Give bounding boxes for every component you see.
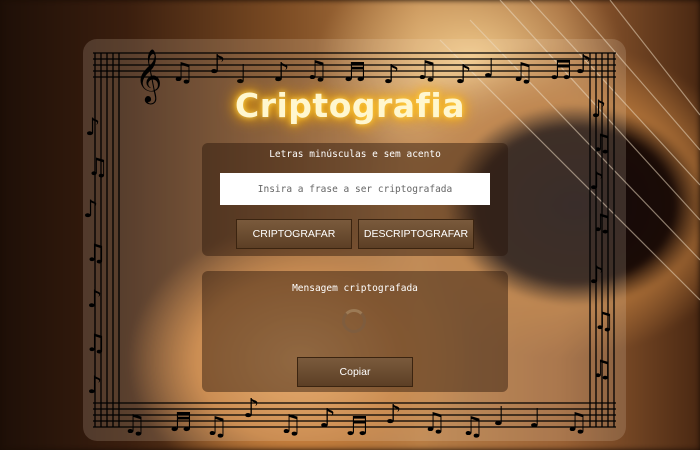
svg-text:♫: ♫ [87, 153, 109, 181]
copy-button[interactable]: Copiar [297, 357, 413, 387]
svg-text:♪: ♪ [87, 285, 102, 313]
svg-text:♪: ♪ [273, 58, 290, 88]
svg-text:♬: ♬ [345, 412, 368, 441]
svg-text:♪: ♪ [589, 261, 604, 289]
loading-spinner-icon [342, 309, 366, 333]
svg-text:♪: ♪ [319, 404, 336, 434]
svg-text:♫: ♫ [591, 129, 613, 157]
svg-text:♫: ♫ [171, 58, 194, 88]
page-title: Criptografia [235, 86, 465, 125]
svg-text:♬: ♬ [343, 58, 366, 88]
svg-text:♫: ♫ [565, 408, 588, 438]
svg-text:♫: ♫ [305, 56, 328, 86]
phrase-input[interactable] [220, 173, 490, 205]
svg-text:♫: ♫ [415, 56, 438, 86]
decrypt-button[interactable]: DESCRIPTOGRAFAR [358, 219, 474, 249]
svg-text:♪: ♪ [83, 195, 98, 223]
svg-text:♫: ♫ [205, 412, 228, 441]
svg-text:♪: ♪ [575, 50, 592, 80]
svg-text:♫: ♫ [461, 412, 484, 441]
svg-text:♫: ♫ [85, 239, 107, 267]
svg-text:♫: ♫ [279, 410, 302, 440]
encrypt-button[interactable]: CRIPTOGRAFAR [236, 219, 352, 249]
svg-text:♩: ♩ [529, 404, 541, 434]
encrypt-panel: Letras minúsculas e sem acento CRIPTOGRA… [202, 143, 508, 256]
svg-text:♫: ♫ [593, 307, 615, 335]
svg-text:♫: ♫ [591, 355, 613, 383]
svg-text:♫: ♫ [85, 329, 107, 357]
result-label: Mensagem criptografada [292, 283, 418, 294]
svg-text:♫: ♫ [511, 58, 534, 88]
svg-text:♩: ♩ [483, 54, 495, 84]
svg-text:♩: ♩ [493, 402, 505, 432]
svg-text:♪: ♪ [87, 371, 102, 399]
svg-text:♪: ♪ [243, 394, 260, 424]
input-hint: Letras minúsculas e sem acento [269, 149, 441, 160]
svg-text:♪: ♪ [209, 50, 226, 80]
svg-text:♫: ♫ [423, 408, 446, 438]
svg-text:♪: ♪ [589, 167, 604, 195]
svg-text:♪: ♪ [385, 400, 402, 430]
svg-text:♫: ♫ [591, 209, 613, 237]
result-panel: Mensagem criptografada Copiar [202, 271, 508, 392]
svg-text:♫: ♫ [123, 410, 146, 440]
svg-text:♬: ♬ [169, 408, 192, 438]
svg-text:♬: ♬ [549, 56, 572, 86]
